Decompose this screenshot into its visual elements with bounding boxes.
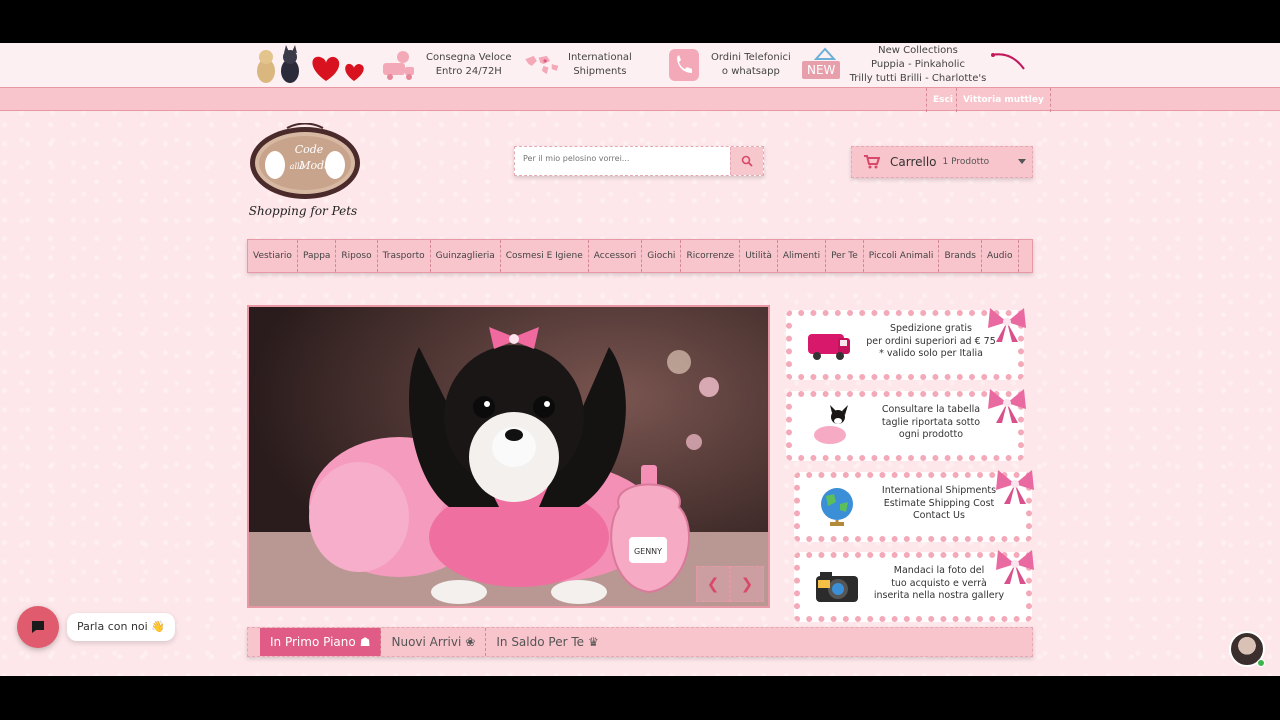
account-link[interactable]: Vittoria muttley	[956, 88, 1051, 112]
banner-text: Consultare la tabella taglie riportata so…	[881, 404, 981, 440]
page: Consegna Veloce Entro 24/72H Internationa…	[0, 43, 1280, 676]
nav-item-audio[interactable]: Audio	[982, 240, 1019, 272]
phone-text: Ordini Telefonici o whatsapp	[711, 52, 791, 77]
flower-icon: ❀	[465, 635, 476, 649]
svg-text:GENNY: GENNY	[634, 547, 662, 556]
phone-icon	[665, 47, 703, 83]
info-delivery: Consegna Veloce Entro 24/72H	[380, 47, 512, 83]
delivery-truck-icon	[380, 47, 418, 83]
tab-nuovi-arrivi[interactable]: Nuovi Arrivi ❀	[381, 628, 487, 656]
dogs-image	[257, 45, 299, 83]
globe-icon	[821, 488, 853, 526]
cart-count: 1 Prodotto	[942, 157, 990, 167]
bow-icon	[988, 389, 1026, 423]
international-text: International Shipments	[568, 52, 632, 77]
banner-size-table[interactable]: Consultare la tabella taglie riportata so…	[786, 389, 1026, 461]
cart-icon	[864, 155, 880, 169]
nav-item-pappa[interactable]: Pappa	[298, 240, 337, 272]
nav-item-giochi[interactable]: Giochi	[642, 240, 682, 272]
nav-item-utilit-[interactable]: Utilità	[740, 240, 778, 272]
nav-item-ricorrenze[interactable]: Ricorrenze	[681, 240, 741, 272]
chat-button[interactable]	[17, 606, 59, 648]
slider-next-button[interactable]: ❯	[730, 566, 764, 602]
world-map-icon	[522, 47, 560, 83]
nav-item-per-te[interactable]: Per Te	[826, 240, 864, 272]
svg-text:Shopping for Pets: Shopping for Pets	[249, 204, 357, 218]
nav-item-piccoli-animali[interactable]: Piccoli Animali	[864, 240, 940, 272]
nav-item-guinzaglieria[interactable]: Guinzaglieria	[431, 240, 501, 272]
new-badge: NEW	[802, 61, 841, 79]
search-icon	[741, 155, 753, 167]
bow-icon	[988, 308, 1026, 342]
tab-in-saldo[interactable]: In Saldo Per Te ♛	[486, 628, 608, 656]
info-strip: Consegna Veloce Entro 24/72H Internationa…	[0, 43, 1280, 98]
info-international: International Shipments	[522, 47, 632, 83]
svg-text:Moda: Moda	[298, 159, 331, 172]
search-input[interactable]	[523, 154, 728, 163]
crown-icon: ♛	[588, 635, 599, 649]
nav-item-brands[interactable]: Brands	[939, 240, 982, 272]
nav-item-alimenti[interactable]: Alimenti	[778, 240, 827, 272]
leash-icon	[991, 53, 1025, 70]
cart-button[interactable]: Carrello 1 Prodotto	[851, 146, 1033, 178]
slider-prev-button[interactable]: ❮	[696, 566, 730, 602]
chevron-down-icon	[1018, 159, 1026, 164]
chat-icon	[32, 621, 44, 633]
chat-prompt[interactable]: Parla con noi 👋	[67, 613, 175, 641]
nav-item-vestiario[interactable]: Vestiario	[248, 240, 298, 272]
hero-dog-image: GENNY	[249, 307, 768, 606]
tab-in-primo-piano[interactable]: In Primo Piano ☗	[260, 628, 382, 656]
dog-icon	[814, 405, 848, 444]
nav-item-accessori[interactable]: Accessori	[589, 240, 643, 272]
search-box	[514, 146, 764, 176]
van-icon	[808, 334, 850, 360]
search-button[interactable]	[730, 147, 763, 175]
banner-text: Spedizione gratis per ordini superiori ad…	[866, 323, 996, 359]
online-status-icon	[1257, 659, 1265, 667]
info-phone: Ordini Telefonici o whatsapp	[665, 47, 791, 83]
banner-text: International Shipments Estimate Shipping…	[881, 485, 997, 521]
product-tabs: In Primo Piano ☗ Nuovi Arrivi ❀ In Saldo P…	[247, 627, 1033, 657]
bow-icon	[996, 470, 1034, 504]
user-bar: Esci Vittoria muttley	[0, 87, 1280, 112]
hearts-icon	[312, 56, 364, 81]
nav-item-cosmesi-e-igiene[interactable]: Cosmesi E Igiene	[501, 240, 589, 272]
delivery-text: Consegna Veloce Entro 24/72H	[426, 52, 512, 77]
cart-title: Carrello	[890, 155, 937, 169]
hero-slider: GENNY ❮ ❯	[247, 305, 770, 608]
chevron-right-icon: ❯	[740, 575, 754, 593]
camera-icon	[816, 572, 858, 602]
banner-international[interactable]: International Shipments Estimate Shipping…	[794, 470, 1034, 542]
bag-icon: ☗	[359, 635, 371, 649]
nav-item-riposo[interactable]: Riposo	[336, 240, 378, 272]
bow-icon	[996, 550, 1034, 584]
hanger-icon	[814, 47, 836, 60]
site-logo[interactable]: Code alla Moda Shopping for Pets	[247, 123, 363, 221]
svg-text:Code: Code	[295, 143, 324, 156]
banner-free-shipping[interactable]: Spedizione gratis per ordini superiori ad…	[786, 308, 1026, 380]
banner-text: Mandaci la foto del tuo acquisto e verrà i…	[873, 565, 1005, 601]
nav-item-trasporto[interactable]: Trasporto	[378, 240, 431, 272]
main-nav: Vestiario Pappa Riposo Trasporto Guinzaglier…	[247, 239, 1033, 273]
chevron-left-icon: ❮	[706, 575, 720, 593]
banner-gallery[interactable]: Mandaci la foto del tuo acquisto e verrà i…	[794, 550, 1034, 622]
logout-link[interactable]: Esci	[926, 88, 959, 112]
